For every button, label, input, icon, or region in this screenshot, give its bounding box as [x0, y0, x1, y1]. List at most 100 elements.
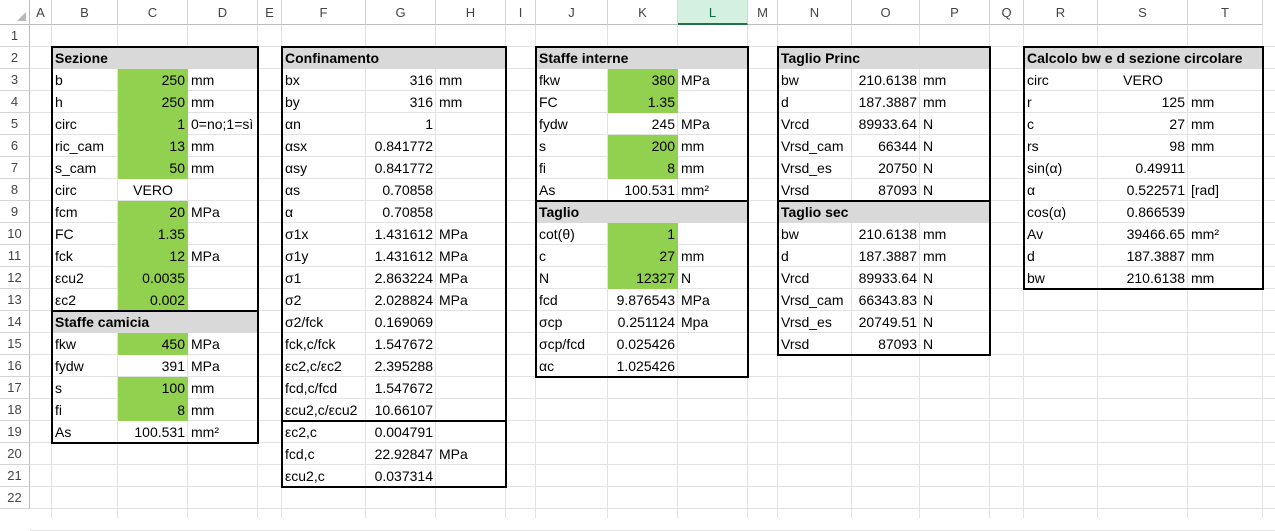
- column-header-r[interactable]: R: [1024, 0, 1098, 25]
- cell-p11[interactable]: mm: [920, 245, 990, 267]
- cell-d19[interactable]: mm²: [188, 421, 282, 443]
- cell-b12[interactable]: εcu2: [52, 267, 118, 289]
- cell-b7[interactable]: s_cam: [52, 157, 118, 179]
- row-header-17[interactable]: 17: [0, 377, 30, 399]
- cell-j7[interactable]: fi: [536, 157, 608, 179]
- cell-r7[interactable]: sin(α): [1024, 157, 1098, 179]
- column-header-d[interactable]: D: [188, 0, 258, 25]
- column-header-k[interactable]: K: [608, 0, 678, 25]
- cell-h20[interactable]: MPa: [436, 443, 506, 465]
- cell-n11[interactable]: d: [778, 245, 852, 267]
- section-title[interactable]: Sezione: [52, 47, 258, 69]
- cell-r12[interactable]: bw: [1024, 267, 1098, 289]
- cell-f4[interactable]: by: [282, 91, 366, 113]
- cell-k3[interactable]: 380: [608, 69, 678, 91]
- column-header-q[interactable]: Q: [990, 0, 1024, 25]
- cell-s6[interactable]: 98: [1098, 135, 1188, 157]
- section-title[interactable]: Taglio Princ: [778, 47, 990, 69]
- cell-k15[interactable]: 0.025426: [608, 333, 678, 355]
- cell-h4[interactable]: mm: [436, 91, 506, 113]
- cell-g7[interactable]: 0.841772: [366, 157, 436, 179]
- cell-b5[interactable]: circ: [52, 113, 118, 135]
- cell-l3[interactable]: MPa: [678, 69, 748, 91]
- cell-n10[interactable]: bw: [778, 223, 852, 245]
- cell-p15[interactable]: N: [920, 333, 990, 355]
- cell-p8[interactable]: N: [920, 179, 990, 201]
- cell-r3[interactable]: circ: [1024, 69, 1098, 91]
- cell-j13[interactable]: fcd: [536, 289, 608, 311]
- cell-g9[interactable]: 0.70858: [366, 201, 436, 223]
- cell-f17[interactable]: fcd,c/fcd: [282, 377, 366, 399]
- row-header-5[interactable]: 5: [0, 113, 30, 135]
- cell-g17[interactable]: 1.547672: [366, 377, 436, 399]
- cell-d3[interactable]: mm: [188, 69, 282, 91]
- cell-p6[interactable]: N: [920, 135, 990, 157]
- cell-g5[interactable]: 1: [366, 113, 436, 135]
- cell-c13[interactable]: 0.002: [118, 289, 188, 311]
- row-header-20[interactable]: 20: [0, 443, 30, 465]
- cell-d6[interactable]: mm: [188, 135, 282, 157]
- column-header-j[interactable]: J: [536, 0, 608, 25]
- cell-b6[interactable]: ric_cam: [52, 135, 118, 157]
- cell-k11[interactable]: 27: [608, 245, 678, 267]
- cell-n14[interactable]: Vrsd_es: [778, 311, 852, 333]
- cell-j14[interactable]: σcp: [536, 311, 608, 333]
- cell-c17[interactable]: 100: [118, 377, 188, 399]
- cell-f14[interactable]: σ2/fck: [282, 311, 366, 333]
- cell-g12[interactable]: 2.863224: [366, 267, 436, 289]
- cell-g8[interactable]: 0.70858: [366, 179, 436, 201]
- cell-g10[interactable]: 1.431612: [366, 223, 436, 245]
- cell-j15[interactable]: σcp/fcd: [536, 333, 608, 355]
- column-header-g[interactable]: G: [366, 0, 436, 25]
- cell-f6[interactable]: αsx: [282, 135, 366, 157]
- cell-k4[interactable]: 1.35: [608, 91, 678, 113]
- cell-l6[interactable]: mm: [678, 135, 748, 157]
- cell-f10[interactable]: σ1x: [282, 223, 366, 245]
- cell-t4[interactable]: mm: [1188, 91, 1263, 113]
- cell-c3[interactable]: 250: [118, 69, 188, 91]
- cell-b9[interactable]: fcm: [52, 201, 118, 223]
- cell-f5[interactable]: αn: [282, 113, 366, 135]
- row-header-18[interactable]: 18: [0, 399, 30, 421]
- cell-j12[interactable]: N: [536, 267, 608, 289]
- cell-o6[interactable]: 66344: [852, 135, 920, 157]
- cell-g6[interactable]: 0.841772: [366, 135, 436, 157]
- section-title[interactable]: Taglio sec: [778, 201, 990, 223]
- cell-n7[interactable]: Vrsd_es: [778, 157, 852, 179]
- cell-k13[interactable]: 9.876543: [608, 289, 678, 311]
- cell-t12[interactable]: mm: [1188, 267, 1263, 289]
- cell-g18[interactable]: 10.66107: [366, 399, 436, 421]
- cell-n8[interactable]: Vrsd: [778, 179, 852, 201]
- cell-k12[interactable]: 12327: [608, 267, 678, 289]
- cell-n15[interactable]: Vrsd: [778, 333, 852, 355]
- cell-s12[interactable]: 210.6138: [1098, 267, 1188, 289]
- cell-f3[interactable]: bx: [282, 69, 366, 91]
- cell-b11[interactable]: fck: [52, 245, 118, 267]
- cell-c18[interactable]: 8: [118, 399, 188, 421]
- cell-h3[interactable]: mm: [436, 69, 506, 91]
- cell-f12[interactable]: σ1: [282, 267, 366, 289]
- cell-p12[interactable]: N: [920, 267, 990, 289]
- cell-p3[interactable]: mm: [920, 69, 990, 91]
- section-title[interactable]: Calcolo bw e d sezione circolare: [1024, 47, 1263, 69]
- row-header-10[interactable]: 10: [0, 223, 30, 245]
- column-header-t[interactable]: T: [1188, 0, 1263, 25]
- cell-b3[interactable]: b: [52, 69, 118, 91]
- section-title[interactable]: Staffe camicia: [52, 311, 258, 333]
- cell-c6[interactable]: 13: [118, 135, 188, 157]
- column-header-n[interactable]: N: [778, 0, 852, 25]
- cell-h10[interactable]: MPa: [436, 223, 506, 245]
- cell-b19[interactable]: As: [52, 421, 118, 443]
- cell-c8[interactable]: VERO: [118, 179, 188, 201]
- cell-r5[interactable]: c: [1024, 113, 1098, 135]
- cell-n3[interactable]: bw: [778, 69, 852, 91]
- cell-d16[interactable]: MPa: [188, 355, 282, 377]
- cell-s8[interactable]: 0.522571: [1098, 179, 1188, 201]
- cell-b15[interactable]: fkw: [52, 333, 118, 355]
- cell-o7[interactable]: 20750: [852, 157, 920, 179]
- row-header-14[interactable]: 14: [0, 311, 30, 333]
- cell-d5[interactable]: 0=no;1=sì: [188, 113, 282, 135]
- cell-l7[interactable]: mm: [678, 157, 748, 179]
- row-header-13[interactable]: 13: [0, 289, 30, 311]
- cell-t10[interactable]: mm²: [1188, 223, 1263, 245]
